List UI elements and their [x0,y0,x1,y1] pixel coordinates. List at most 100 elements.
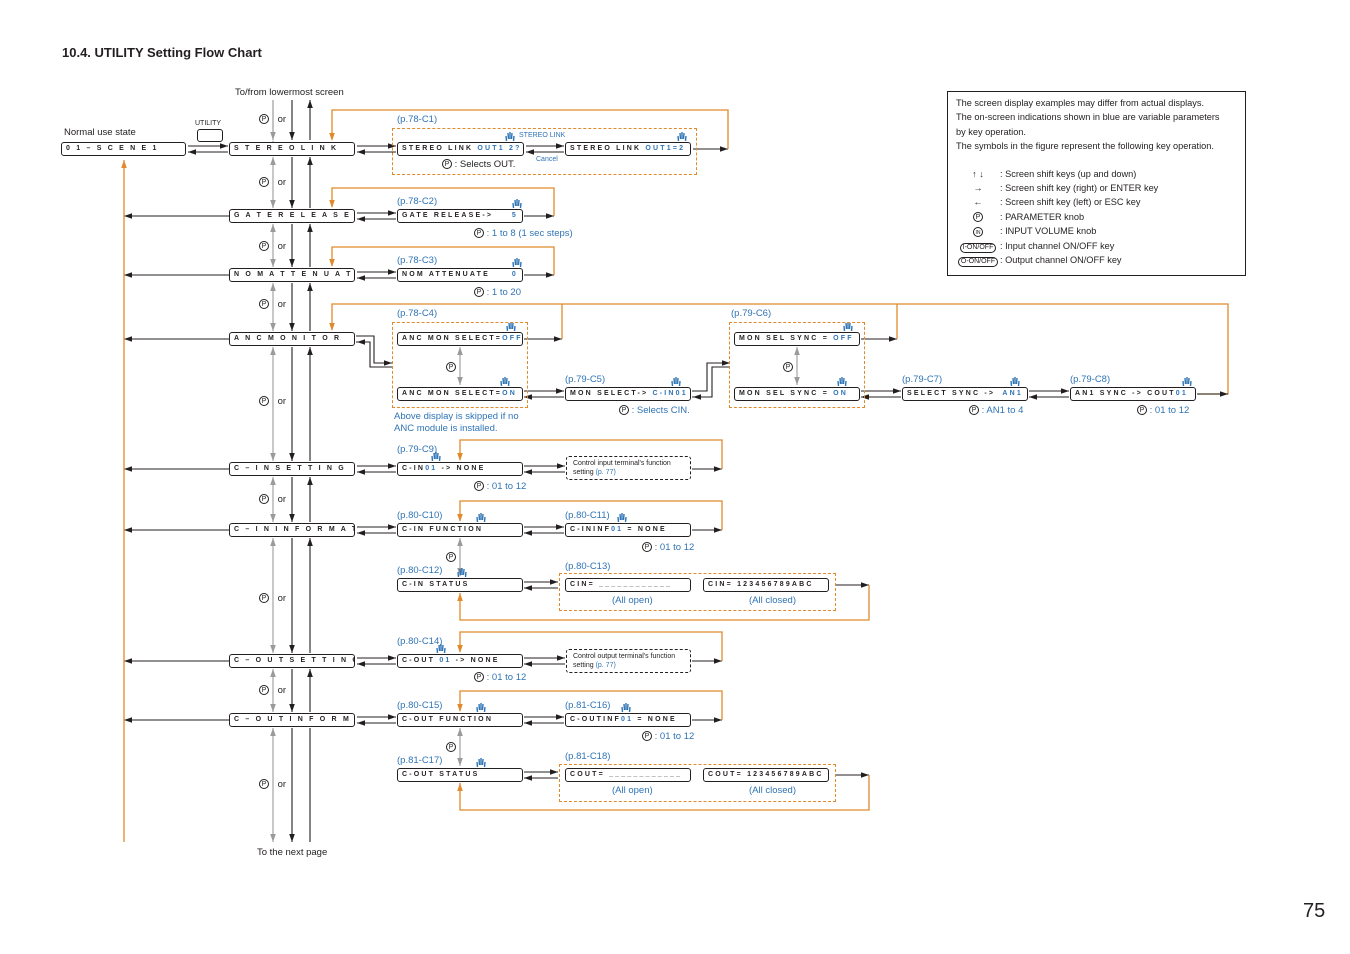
arrowhead-icon [357,275,365,281]
or-label: or [275,396,287,407]
blink-indicator-icon [476,761,479,768]
screen-c12-cin-status[interactable]: C-IN STATUS [397,578,523,592]
lcd-text: MON SEL SYNC = [739,335,834,342]
screen-c18-all-closed[interactable]: COUT= 123456789ABC [703,768,829,782]
arrowhead-icon [289,704,295,712]
screen-c8-an1-sync[interactable]: AN1 SYNC -> COUT01 [1070,387,1196,401]
page-link[interactable]: (p. 77) [596,469,616,476]
screen-cout-setting[interactable]: C – O U T S E T T I N G [229,654,355,668]
screen-c5-mon-select[interactable]: MON SELECT-> C-IN01 [565,387,691,401]
screen-c4-anc-off[interactable]: ANC MON SELECT=OFF [397,332,523,346]
screen-nom-attenuate[interactable]: N O M A T T E N U A T E [229,268,355,282]
lcd-text: C-IN [402,465,426,472]
screen-anc-monitor[interactable]: A N C M O N I T O R [229,332,355,346]
c11-note: P : 01 to 12 [642,542,694,553]
screen-c6-sync-off[interactable]: MON SEL SYNC = OFF [734,332,860,346]
screen-c9-cin-assign[interactable]: C-IN01 -> NONE [397,462,523,476]
ref-c18: (p.81-C18) [565,751,611,762]
screen-c16-cout-inf[interactable]: C-OUTINF01 = NONE [565,713,691,727]
arrowhead-icon [550,579,558,585]
arrowhead-icon [546,272,554,278]
screen-c2-gate-release[interactable]: GATE RELEASE-> 5 [397,209,523,223]
arrowhead-icon [556,524,564,530]
c2-note: P : 1 to 8 (1 sec steps) [474,228,573,239]
arrowhead-icon [270,347,276,355]
arrowhead-icon [270,200,276,208]
screen-c1-stereo-link-set[interactable]: STEREO LINK OUT1=2 [565,142,691,156]
screen-c13-all-closed[interactable]: CIN= 123456789ABC [703,578,829,592]
arrowhead-icon [714,658,722,664]
blink-indicator-icon [436,647,439,654]
parameter-knob-icon: P [446,552,456,562]
arrowhead-icon [357,216,365,222]
legend-text: : Screen shift key (right) or ENTER key [1000,183,1159,194]
legend-intro-2: The on-screen indications shown in blue … [956,112,1220,123]
screen-gate-release-time[interactable]: G A T E R E L E A S E T I M E [229,209,355,223]
screen-cin-setting[interactable]: C – I N S E T T I N G [229,462,355,476]
cout-function-setting-box[interactable]: Control output terminal's function settin… [566,649,691,673]
screen-c4-anc-on[interactable]: ANC MON SELECT=ON [397,387,523,401]
screen-scene[interactable]: 0 1 – S C E N E 1 [61,142,186,156]
parameter-or-label: P or [259,241,286,252]
blink-indicator-icon [464,571,467,578]
blink-indicator-icon [459,568,462,576]
note-text: : 01 to 12 [486,672,527,683]
blink-indicator-icon [483,761,486,768]
screen-cout-information[interactable]: C – O U T I N F O R M A T I O N [229,713,355,727]
c9-note: P : 01 to 12 [474,481,526,492]
screen-stereo-link[interactable]: S T E R E O L I N K [229,142,355,156]
arrowhead-icon [554,336,562,342]
input-on-off-key-icon: I-ON/OFF [959,242,997,253]
screen-cin-information[interactable]: C – I N I N F O R M A T I O N [229,523,355,537]
screen-c15-cout-function[interactable]: C-OUT FUNCTION [397,713,523,727]
screen-c17-cout-status[interactable]: C-OUT STATUS [397,768,523,782]
or-label: or [275,685,287,696]
ref-c6: (p.79-C6) [731,308,772,319]
screen-c11-cin-inf[interactable]: C-ININF01 = NONE [565,523,691,537]
note-text: : Selects OUT. [454,159,516,170]
page-link[interactable]: (p. 77) [596,662,616,669]
arrowhead-icon [307,224,313,232]
lcd-text: AN1 SYNC -> COUT [1075,390,1176,397]
arrowhead-icon [124,717,132,723]
blink-indicator-icon [622,513,625,521]
screen-c10-cin-function[interactable]: C-IN FUNCTION [397,523,523,537]
blink-indicator-icon [673,377,676,385]
arrowhead-icon [289,323,295,331]
to-from-lowermost-label: To/from lowermost screen [235,87,344,98]
parameter-or-label: P or [259,779,286,790]
legend-item: ↑ ↓: Screen shift keys (up and down) [956,167,1237,181]
screen-c14-cout-assign[interactable]: C-OUT 01 -> NONE [397,654,523,668]
arrowhead-icon [388,210,396,216]
blink-indicator-icon [1010,380,1013,387]
to-next-page-label: To the next page [257,847,328,858]
arrowhead-icon [307,157,313,165]
blink-indicator-icon [512,261,515,268]
screen-c6-sync-on[interactable]: MON SEL SYNC = ON [734,387,860,401]
arrowhead-icon [124,213,132,219]
arrowhead-icon [524,585,532,591]
legend-item: ←: Screen shift key (left) or ESC key [956,195,1237,209]
arrowhead-icon [124,466,132,472]
ref-c3: (p.78-C3) [397,255,438,266]
utility-key-icon[interactable] [197,129,223,142]
blink-indicator-icon [517,199,520,207]
screen-c18-all-open[interactable]: COUT= ____________ [565,768,691,782]
lcd-value: 01 [621,716,634,723]
screen-c1-stereo-link-select[interactable]: STEREO LINK OUT1 2? [397,142,524,156]
parameter-knob-icon: P [619,405,629,416]
screen-c3-nom-attenuate[interactable]: NOM ATTENUATE 0 [397,268,523,282]
cin-function-setting-box[interactable]: Control input terminal's function setting… [566,456,691,480]
screen-c7-select-sync[interactable]: SELECT SYNC -> AN1 [902,387,1028,401]
arrowhead-icon [388,524,396,530]
blink-indicator-icon [483,516,486,523]
parameter-knob-icon: P [442,159,452,170]
or-label: or [275,494,287,505]
screen-c13-all-open[interactable]: CIN= ____________ [565,578,691,592]
right-arrow-icon: → [973,183,983,194]
lcd-value: OUT1=2 [645,145,686,152]
blink-indicator-icon [514,258,517,266]
arrowhead-icon [357,530,365,536]
note-text: : 1 to 8 (1 sec steps) [486,228,573,239]
arrowhead-icon [220,143,228,149]
